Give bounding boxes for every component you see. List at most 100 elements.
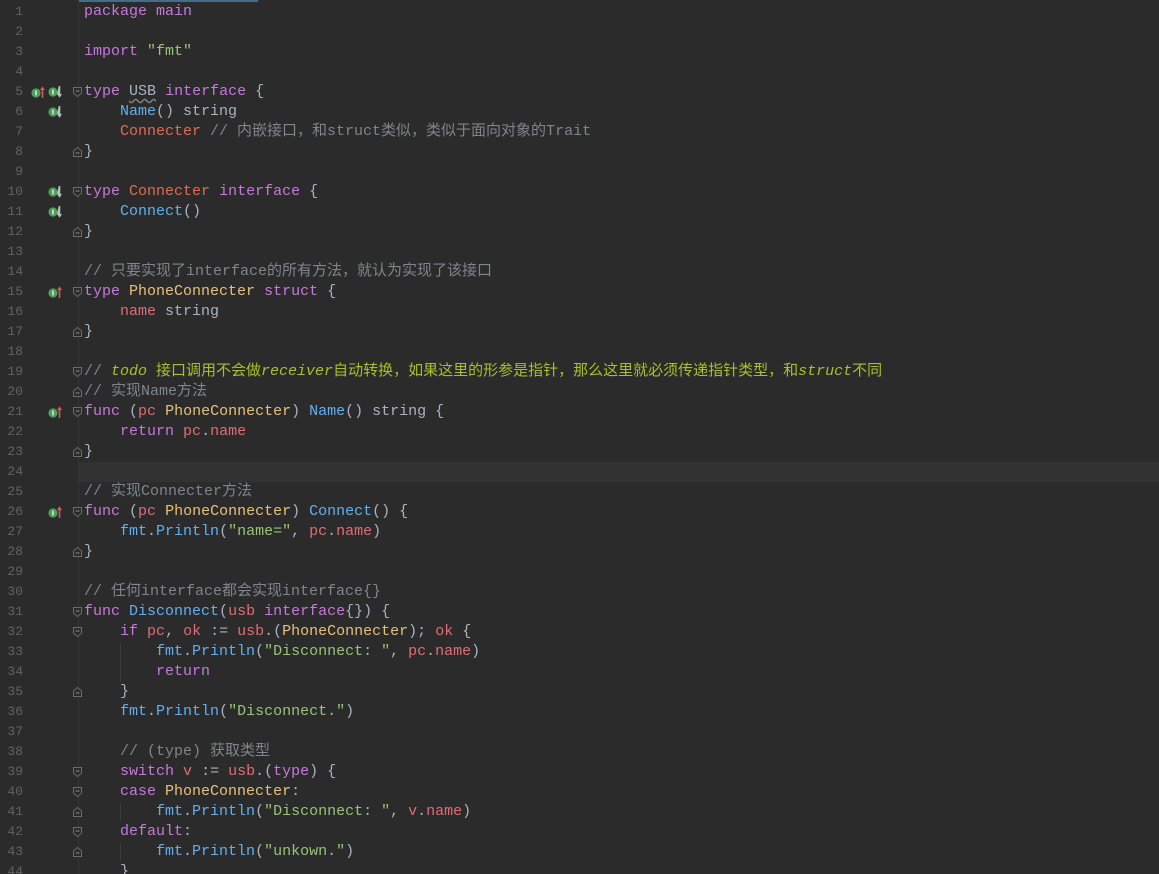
code-line[interactable]: 22 return pc.name <box>0 422 1159 442</box>
code-line[interactable]: 3 import "fmt" <box>0 42 1159 62</box>
code-text[interactable]: default: <box>84 822 192 842</box>
code-text[interactable]: } <box>84 542 93 562</box>
code-line[interactable]: 10 type Connecter interface { <box>0 182 1159 202</box>
code-text[interactable]: } <box>84 682 129 702</box>
fold-open-icon[interactable] <box>72 606 83 618</box>
fold-close-icon[interactable] <box>72 806 83 818</box>
code-line[interactable]: 12} <box>0 222 1159 242</box>
fold-open-icon[interactable] <box>72 766 83 778</box>
code-line[interactable]: 4 <box>0 62 1159 82</box>
code-text[interactable]: Connecter // 内嵌接口，和struct类似，类似于面向对象的Trai… <box>84 122 591 142</box>
implemented-by-icon[interactable] <box>48 85 62 99</box>
code-text[interactable]: fmt.Println("Disconnect: ", v.name) <box>84 802 471 822</box>
code-line[interactable]: 6 Name() string <box>0 102 1159 122</box>
code-line[interactable]: 43 fmt.Println("unkown.") <box>0 842 1159 862</box>
code-line[interactable]: 38 // (type) 获取类型 <box>0 742 1159 762</box>
code-text[interactable]: // 实现Name方法 <box>84 382 207 402</box>
code-line[interactable]: 18 <box>0 342 1159 362</box>
code-line[interactable]: 16 name string <box>0 302 1159 322</box>
implemented-by-icon[interactable] <box>48 205 62 219</box>
fold-close-icon[interactable] <box>72 846 83 858</box>
code-text[interactable]: return <box>84 662 210 682</box>
code-line[interactable]: 37 <box>0 722 1159 742</box>
fold-close-icon[interactable] <box>72 326 83 338</box>
code-text[interactable]: func (pc PhoneConnecter) Name() string { <box>84 402 444 422</box>
fold-open-icon[interactable] <box>72 186 83 198</box>
fold-open-icon[interactable] <box>72 406 83 418</box>
code-line[interactable]: 1 package main <box>0 2 1159 22</box>
code-line[interactable]: 44 } <box>0 862 1159 874</box>
code-text[interactable]: // 任何interface都会实现interface{} <box>84 582 381 602</box>
fold-open-icon[interactable] <box>72 626 83 638</box>
code-line[interactable]: 8} <box>0 142 1159 162</box>
code-text[interactable]: Name() string <box>84 102 237 122</box>
code-line[interactable]: 7 Connecter // 内嵌接口，和struct类似，类似于面向对象的Tr… <box>0 122 1159 142</box>
code-text[interactable]: // 实现Connecter方法 <box>84 482 252 502</box>
code-line[interactable]: 14 // 只要实现了interface的所有方法，就认为实现了该接口 <box>0 262 1159 282</box>
code-text[interactable]: } <box>84 222 93 242</box>
code-text[interactable]: case PhoneConnecter: <box>84 782 300 802</box>
code-line[interactable]: 28} <box>0 542 1159 562</box>
fold-open-icon[interactable] <box>72 86 83 98</box>
fold-close-icon[interactable] <box>72 546 83 558</box>
code-line[interactable]: 9 <box>0 162 1159 182</box>
code-line[interactable]: 30 // 任何interface都会实现interface{} <box>0 582 1159 602</box>
implemented-by-icon[interactable] <box>48 105 62 119</box>
code-text[interactable]: type Connecter interface { <box>84 182 318 202</box>
fold-open-icon[interactable] <box>72 826 83 838</box>
code-text[interactable]: } <box>84 142 93 162</box>
code-text[interactable]: type USB interface { <box>84 82 264 102</box>
fold-close-icon[interactable] <box>72 146 83 158</box>
code-text[interactable]: Connect() <box>84 202 201 222</box>
implements-icon[interactable] <box>31 85 45 99</box>
fold-close-icon[interactable] <box>72 386 83 398</box>
code-text[interactable]: package main <box>84 2 192 22</box>
implements-icon[interactable] <box>48 285 62 299</box>
code-line[interactable]: 31 func Disconnect(usb interface{}) { <box>0 602 1159 622</box>
code-text[interactable]: func Disconnect(usb interface{}) { <box>84 602 390 622</box>
implemented-by-icon[interactable] <box>48 185 62 199</box>
code-text[interactable]: } <box>84 862 129 874</box>
code-text[interactable]: fmt.Println("name=", pc.name) <box>84 522 381 542</box>
code-text[interactable]: name string <box>84 302 219 322</box>
code-line[interactable]: 41 fmt.Println("Disconnect: ", v.name) <box>0 802 1159 822</box>
code-line[interactable]: 42 default: <box>0 822 1159 842</box>
code-line[interactable]: 26 func (pc PhoneConnecter) Connect() { <box>0 502 1159 522</box>
code-line[interactable]: 5 type USB interface { <box>0 82 1159 102</box>
code-text[interactable]: } <box>84 442 93 462</box>
code-line[interactable]: 21 func (pc PhoneConnecter) Name() string… <box>0 402 1159 422</box>
code-line[interactable]: 2 <box>0 22 1159 42</box>
code-line[interactable]: 40 case PhoneConnecter: <box>0 782 1159 802</box>
code-text[interactable]: func (pc PhoneConnecter) Connect() { <box>84 502 408 522</box>
code-line[interactable]: 17} <box>0 322 1159 342</box>
code-line[interactable]: 35 } <box>0 682 1159 702</box>
code-line[interactable]: 23} <box>0 442 1159 462</box>
fold-close-icon[interactable] <box>72 226 83 238</box>
implements-icon[interactable] <box>48 405 62 419</box>
code-line[interactable]: 13 <box>0 242 1159 262</box>
code-line[interactable]: 25 // 实现Connecter方法 <box>0 482 1159 502</box>
fold-open-icon[interactable] <box>72 786 83 798</box>
code-line[interactable]: 11 Connect() <box>0 202 1159 222</box>
code-text[interactable]: } <box>84 322 93 342</box>
code-lines[interactable]: 1 package main 2 3 import "fmt" 4 5 type USB in… <box>0 2 1159 874</box>
code-text[interactable]: fmt.Println("Disconnect: ", pc.name) <box>84 642 480 662</box>
code-line[interactable]: 36 fmt.Println("Disconnect.") <box>0 702 1159 722</box>
fold-close-icon[interactable] <box>72 446 83 458</box>
code-text[interactable]: switch v := usb.(type) { <box>84 762 336 782</box>
implements-icon[interactable] <box>48 505 62 519</box>
code-text[interactable]: fmt.Println("unkown.") <box>84 842 354 862</box>
code-line[interactable]: 19 // todo 接口调用不会做receiver自动转换，如果这里的形参是指针… <box>0 362 1159 382</box>
code-line[interactable]: 33 fmt.Println("Disconnect: ", pc.name) <box>0 642 1159 662</box>
code-text[interactable]: // 只要实现了interface的所有方法，就认为实现了该接口 <box>84 262 492 282</box>
code-line[interactable]: 15 type PhoneConnecter struct { <box>0 282 1159 302</box>
code-line[interactable]: 29 <box>0 562 1159 582</box>
code-line[interactable]: 39 switch v := usb.(type) { <box>0 762 1159 782</box>
code-text[interactable]: return pc.name <box>84 422 246 442</box>
code-text[interactable]: // (type) 获取类型 <box>84 742 270 762</box>
code-text[interactable]: // todo 接口调用不会做receiver自动转换，如果这里的形参是指针，那… <box>84 362 882 382</box>
code-editor[interactable]: 1 package main 2 3 import "fmt" 4 5 type USB in… <box>0 0 1159 874</box>
code-line[interactable]: 20 // 实现Name方法 <box>0 382 1159 402</box>
code-text[interactable]: type PhoneConnecter struct { <box>84 282 336 302</box>
fold-open-icon[interactable] <box>72 366 83 378</box>
